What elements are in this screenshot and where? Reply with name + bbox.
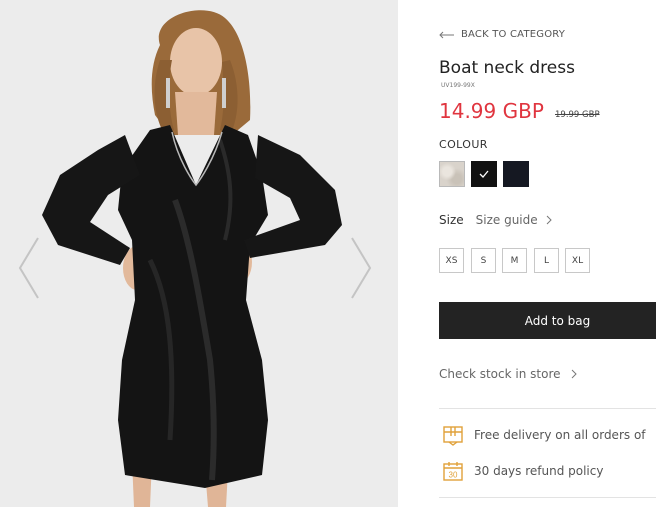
- old-price: 19.99 GBP: [555, 110, 600, 120]
- size-label: Size: [439, 213, 464, 227]
- current-price: 14.99 GBP: [439, 99, 544, 123]
- product-info: BACK TO CATEGORY Boat neck dress UV199-9…: [439, 0, 656, 507]
- product-sku: UV199-99X: [441, 82, 475, 89]
- add-to-bag-button[interactable]: Add to bag: [439, 302, 656, 339]
- product-gallery: [0, 0, 398, 507]
- prev-image-arrow[interactable]: [16, 236, 42, 300]
- size-guide-link[interactable]: Size guide: [476, 213, 552, 227]
- perk-free-delivery: Free delivery on all orders of: [442, 424, 646, 446]
- chevron-right-icon: [351, 237, 372, 299]
- size-row: Size Size guide: [439, 213, 552, 227]
- perk-refund-text: 30 days refund policy: [474, 464, 604, 478]
- back-to-category-link[interactable]: BACK TO CATEGORY: [439, 29, 565, 40]
- delivery-box-icon: [443, 426, 463, 446]
- divider: [439, 408, 656, 409]
- size-option-s[interactable]: S: [471, 248, 496, 273]
- calendar-30-icon: 30: [443, 462, 463, 481]
- perk-delivery-text: Free delivery on all orders of: [474, 428, 646, 442]
- colour-swatch-black[interactable]: [471, 161, 497, 187]
- colour-label: COLOUR: [439, 138, 488, 151]
- colour-swatch-navy[interactable]: [503, 161, 529, 187]
- size-guide-label: Size guide: [475, 213, 538, 227]
- size-option-xs[interactable]: XS: [439, 248, 464, 273]
- size-option-m[interactable]: M: [502, 248, 527, 273]
- chevron-right-icon: [571, 369, 577, 379]
- product-photo: [0, 0, 398, 507]
- size-option-l[interactable]: L: [534, 248, 559, 273]
- next-image-arrow[interactable]: [348, 236, 374, 300]
- check-icon: [479, 170, 489, 178]
- divider: [439, 497, 656, 498]
- arrow-left-icon: [439, 31, 454, 38]
- product-title: Boat neck dress: [439, 58, 575, 78]
- size-option-xl[interactable]: XL: [565, 248, 590, 273]
- back-label: BACK TO CATEGORY: [461, 29, 566, 40]
- colour-swatch-beige[interactable]: [439, 161, 465, 187]
- chevron-left-icon: [18, 237, 39, 299]
- check-stock-link[interactable]: Check stock in store: [439, 367, 577, 381]
- chevron-right-icon: [546, 215, 552, 225]
- perk-refund-policy: 30 30 days refund policy: [442, 460, 603, 482]
- check-stock-label: Check stock in store: [439, 367, 561, 381]
- svg-text:30: 30: [449, 471, 458, 480]
